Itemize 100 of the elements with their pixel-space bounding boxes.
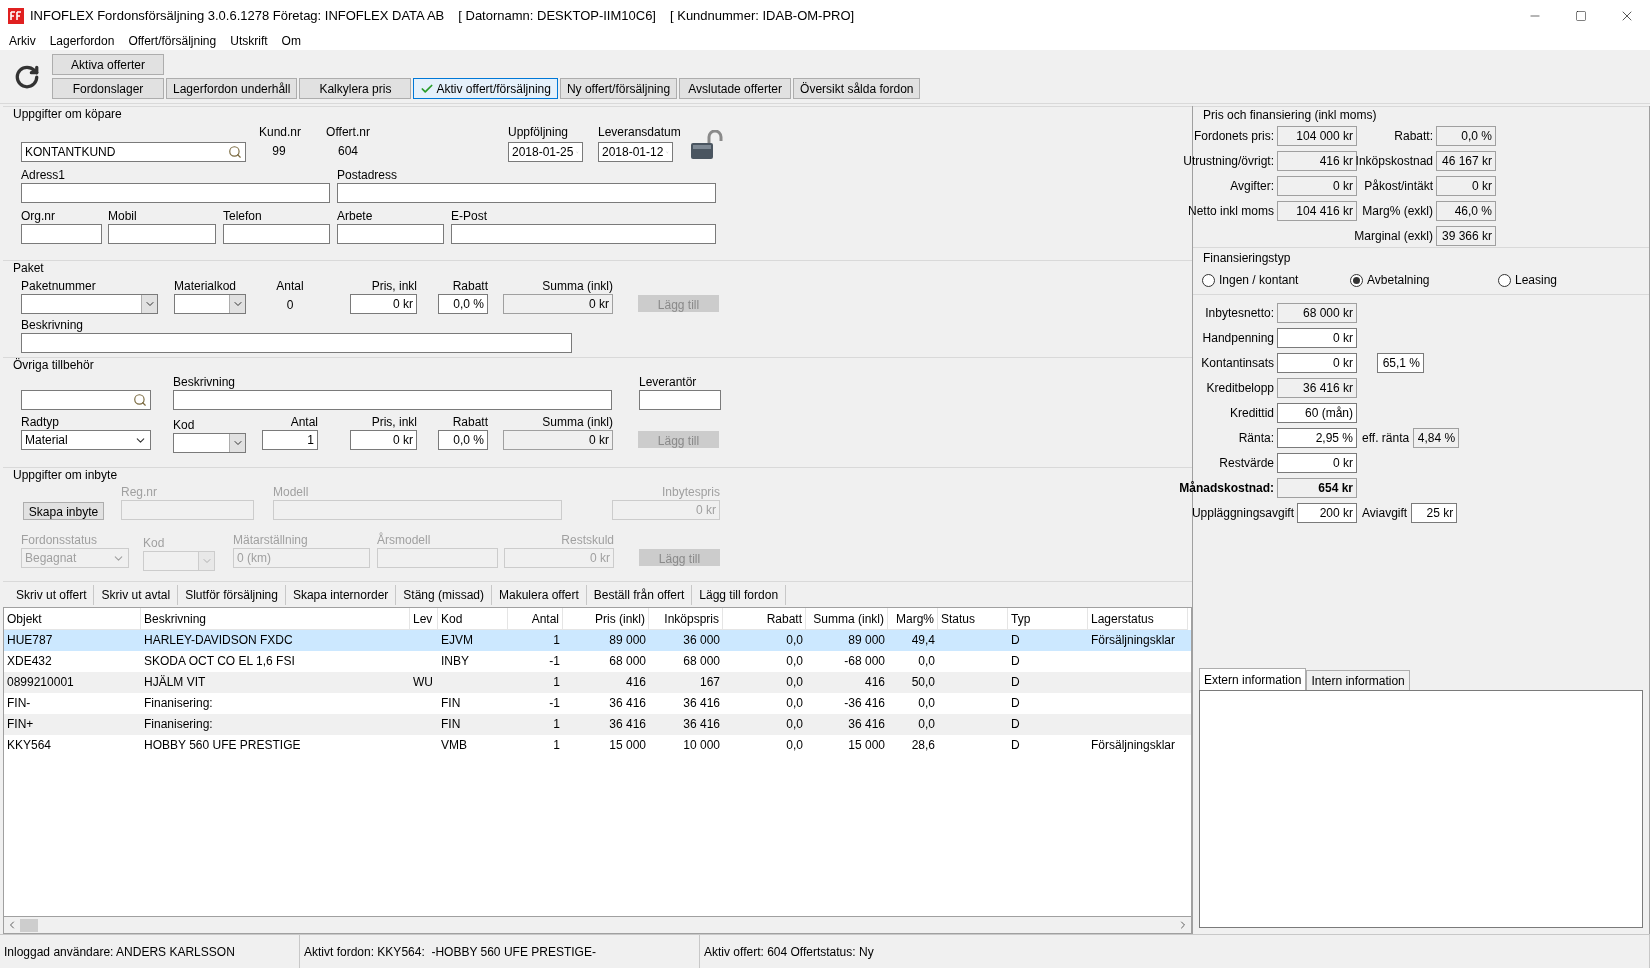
readout-field: 0,0 % xyxy=(1436,126,1496,146)
nav-button[interactable]: Avslutade offerter xyxy=(679,78,792,99)
action-button[interactable]: Beställ från offert xyxy=(586,584,693,605)
readout-field: 104 416 kr xyxy=(1277,201,1357,221)
input-field[interactable] xyxy=(21,224,102,244)
input-field[interactable]: 0 kr xyxy=(350,430,417,450)
field-label: Avgifter: xyxy=(1230,178,1274,195)
refresh-icon[interactable] xyxy=(14,63,40,90)
dropdown[interactable] xyxy=(174,294,246,314)
dropdown[interactable] xyxy=(173,433,246,453)
input-field[interactable] xyxy=(108,224,216,244)
action-button[interactable]: Skapa internorder xyxy=(285,584,397,605)
input-field[interactable]: 0 kr xyxy=(1277,353,1357,373)
action-button[interactable]: Stäng (missad) xyxy=(396,584,492,605)
input-field[interactable]: 0 kr xyxy=(1277,328,1357,348)
field-label: Antal xyxy=(289,414,318,430)
field-label: Uppföljning xyxy=(508,124,570,140)
radio-button[interactable]: Leasing xyxy=(1498,271,1646,289)
readout-field: 0 kr xyxy=(1277,176,1357,196)
table-cell-text: HUE787 xyxy=(6,632,54,649)
nav-button[interactable]: Ny offert/försäljning xyxy=(559,78,678,99)
table-cell-text: Försäljningsklar xyxy=(1090,632,1177,649)
radio-button[interactable]: Ingen / kontant xyxy=(1202,271,1350,289)
offer-number: 604 xyxy=(337,143,359,160)
nav-button[interactable]: Kalkylera pris xyxy=(299,78,412,99)
table-row[interactable]: HUE787 HARLEY-DAVIDSON FXDC EJVM 1 89 000 36 000 0,0 89 000 49,4 D Försäljningsklar xyxy=(4,630,1191,651)
search-field[interactable] xyxy=(21,390,151,410)
input-field[interactable]: 1 xyxy=(262,430,318,450)
input-field[interactable] xyxy=(223,224,330,244)
section-title: Paket xyxy=(12,261,45,276)
table-cell-text: INBY xyxy=(440,653,470,670)
input-field[interactable] xyxy=(337,224,444,244)
nav-button[interactable]: Översikt sålda fordon xyxy=(793,78,921,99)
tab[interactable]: Extern information xyxy=(1199,668,1307,690)
nav-button[interactable]: Aktiv offert/försäljning xyxy=(413,78,558,99)
input-field[interactable] xyxy=(21,183,330,203)
field-label: Påkost/intäkt xyxy=(1364,178,1433,195)
menu-item[interactable]: Lagerfordon xyxy=(42,32,122,50)
table-cell-text: 36 416 xyxy=(682,716,721,733)
table-cell-text: 10 000 xyxy=(682,737,721,754)
horizontal-scrollbar[interactable] xyxy=(3,917,1192,934)
input-field[interactable]: 0,0 % xyxy=(438,294,488,314)
menu-item[interactable]: Utskrift xyxy=(223,32,275,50)
table-cell-text: Finanisering: xyxy=(143,695,214,712)
scrollbar-thumb[interactable] xyxy=(20,918,38,932)
input-field[interactable] xyxy=(451,224,716,244)
input-field[interactable]: 65,1 % xyxy=(1377,353,1424,373)
action-button[interactable]: Slutför försäljning xyxy=(178,584,286,605)
input-field[interactable]: 0 kr xyxy=(1277,453,1357,473)
field-label: E-Post xyxy=(451,208,488,224)
table-row[interactable]: 0899210001 HJÄLM VIT WU 1 416 167 0,0 416 50,0 D xyxy=(4,672,1191,693)
section-title: Pris och finansiering (inkl moms) xyxy=(1202,107,1378,123)
radio-button[interactable]: Avbetalning xyxy=(1350,271,1498,289)
table-cell-text: 416 xyxy=(863,674,886,691)
table-cell-text: 89 000 xyxy=(847,632,886,649)
menu-item[interactable]: Arkiv xyxy=(2,32,43,50)
field-label: Summa (inkl) xyxy=(541,414,613,430)
app-logo-icon xyxy=(8,8,24,24)
create-trade-in-button[interactable]: Skapa inbyte xyxy=(23,502,104,520)
dropdown[interactable] xyxy=(21,294,158,314)
field-label: Utrustning/övrigt: xyxy=(1183,153,1274,170)
action-button[interactable]: Lägg till fordon xyxy=(692,584,787,605)
dropdown[interactable]: 2018-01-25 xyxy=(508,142,583,162)
open-padlock-icon[interactable] xyxy=(689,130,723,160)
table-cell-text: D xyxy=(1010,653,1021,670)
nav-button[interactable]: Lagerfordon underhåll xyxy=(166,78,298,99)
input-field[interactable] xyxy=(337,183,716,203)
input-field[interactable]: 60 (mån) xyxy=(1277,403,1357,423)
input-field[interactable]: 2,95 % xyxy=(1277,428,1357,448)
section-title: Uppgifter om köpare xyxy=(12,107,123,122)
action-button[interactable]: Skriv ut offert xyxy=(9,584,95,605)
nav-button[interactable]: Fordonslager xyxy=(52,78,164,99)
table-cell-text: 68 000 xyxy=(608,653,647,670)
dropdown[interactable]: 2018-01-12 xyxy=(598,142,673,162)
action-button[interactable]: Skriv ut avtal xyxy=(94,584,179,605)
table-cell-text: -1 xyxy=(548,695,561,712)
table-row[interactable]: FIN+ Finanisering: FIN 1 36 416 36 416 0,0 36 416 0,0 D xyxy=(4,714,1191,735)
field-label: Kreditbelopp xyxy=(1206,380,1274,397)
input-field[interactable] xyxy=(21,333,572,353)
input-field[interactable] xyxy=(639,390,721,410)
action-button[interactable]: Makulera offert xyxy=(492,584,587,605)
readout-field: 68 000 kr xyxy=(1277,303,1357,323)
field-label: Månadskostnad: xyxy=(1179,480,1274,497)
table-cell-text: 50,0 xyxy=(910,674,936,691)
menu-item[interactable]: Om xyxy=(274,32,308,50)
input-field[interactable] xyxy=(173,390,612,410)
input-field[interactable]: 200 kr xyxy=(1297,503,1357,523)
nav-button[interactable]: Aktiva offerter xyxy=(52,54,164,75)
search-field[interactable]: KONTANTKUND xyxy=(21,142,246,162)
input-field[interactable]: 25 kr xyxy=(1411,503,1458,523)
tab[interactable]: Intern information xyxy=(1306,670,1410,690)
dropdown[interactable]: Material xyxy=(21,430,151,450)
table-cell-text: 1 xyxy=(552,716,561,733)
status-text: Aktiv offert: 604 Offertstatus: Ny xyxy=(700,934,1650,968)
input-field[interactable]: 0 kr xyxy=(350,294,417,314)
menu-item[interactable]: Offert/försäljning xyxy=(121,32,224,50)
input-field[interactable]: 0,0 % xyxy=(438,430,488,450)
computer-name: [ Datornamn: DESKTOP-IIM10C6] xyxy=(458,7,656,26)
table-cell-text: 89 000 xyxy=(608,632,647,649)
field-label: Materialkod xyxy=(174,278,238,294)
